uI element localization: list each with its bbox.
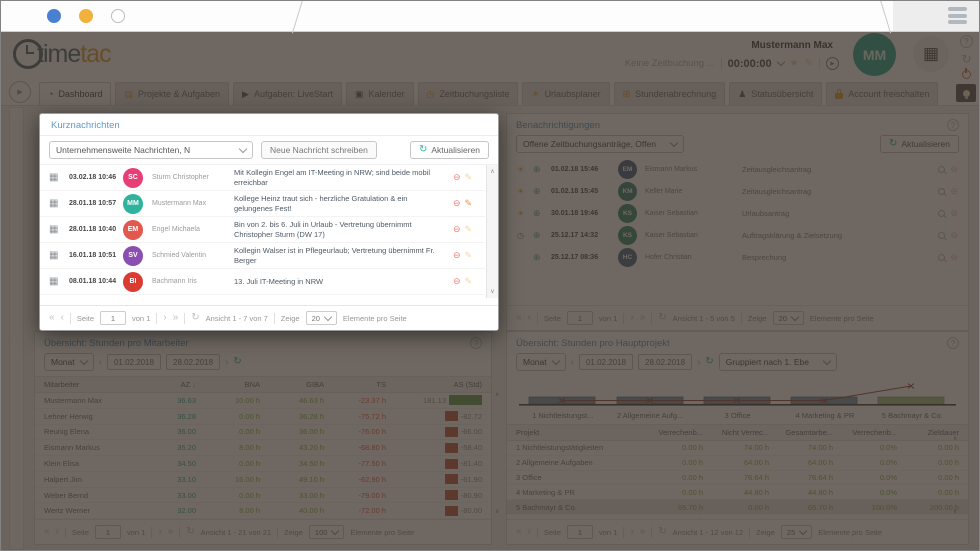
refresh-label: Aktualisieren — [431, 145, 480, 155]
scrollbar[interactable]: ∧ ∨ — [486, 165, 498, 298]
message-row[interactable]: ▦ 28.01.18 10:40 EM Engel Michaela Bin v… — [40, 217, 485, 243]
delete-icon[interactable]: ⊖ — [453, 250, 461, 261]
view-range: Ansicht 1 - 7 von 7 — [205, 313, 268, 323]
message-author: Mustermann Max — [152, 200, 207, 207]
message-time: 03.02.18 10:46 — [69, 174, 117, 181]
edit-icon[interactable]: ✎ — [465, 224, 473, 235]
avatar: MM — [123, 297, 143, 298]
browser-chrome — [1, 1, 979, 34]
messages-modal: Kurznachrichten Unternehmensweite Nachri… — [39, 113, 499, 331]
message-row[interactable]: ▦ 28.01.18 10:57 MM Mustermann Max Kolle… — [40, 191, 485, 217]
page-of: von 1 — [132, 313, 151, 323]
message-time: 28.01.18 10:57 — [69, 200, 117, 207]
refresh-icon[interactable]: ↻ — [191, 313, 199, 323]
chevron-down-icon — [323, 312, 333, 321]
browser-tab-edge-left — [291, 1, 304, 34]
edit-icon[interactable]: ✎ — [465, 198, 473, 209]
avatar: SC — [123, 167, 143, 188]
message-author: Schmied Valentin — [152, 252, 206, 259]
message-list: ▦ 03.02.18 10:46 SC Sturm Christopher Mi… — [40, 164, 498, 298]
message-row[interactable]: ▦ 01.01.18 10:38 MM Mustermann Max Heute… — [40, 295, 485, 298]
page-input[interactable] — [100, 311, 127, 325]
window-button-2[interactable] — [79, 9, 93, 23]
browser-tab-edge-right — [879, 1, 892, 34]
building-icon: ▦ — [49, 276, 59, 287]
message-text: Kollege Heinz traut sich - herzliche Gra… — [234, 193, 408, 213]
window-button-3[interactable] — [111, 9, 125, 23]
building-icon: ▦ — [49, 224, 59, 235]
chevron-down-icon — [238, 144, 248, 153]
pagination-bar: « ‹ Seite von 1 › » ↻ Ansicht 1 - 7 von … — [40, 305, 498, 330]
message-filter-select[interactable]: Unternehmensweite Nachrichten, N — [49, 141, 253, 159]
last-page-button[interactable]: » — [173, 313, 179, 323]
avatar: SV — [123, 245, 143, 266]
delete-icon[interactable]: ⊖ — [453, 198, 461, 209]
scroll-up-icon[interactable]: ∧ — [490, 168, 494, 175]
filter-value: Unternehmensweite Nachrichten, N — [56, 145, 191, 155]
prev-page-button[interactable]: ‹ — [61, 313, 64, 323]
building-icon: ▦ — [49, 172, 59, 183]
message-time: 16.01.18 10:51 — [69, 252, 117, 259]
delete-icon[interactable]: ⊖ — [453, 224, 461, 235]
edit-icon[interactable]: ✎ — [465, 276, 473, 287]
message-author: Bachmann Iris — [152, 278, 197, 285]
edit-icon[interactable]: ✎ — [465, 172, 473, 183]
show-label: Zeige — [280, 313, 300, 323]
message-author: Sturm Christopher — [152, 174, 209, 181]
message-text: Bin von 2. bis 6. Juli in Urlaub - Vertr… — [234, 219, 412, 239]
edit-icon[interactable]: ✎ — [465, 250, 473, 261]
first-page-button[interactable]: « — [49, 313, 55, 323]
refresh-icon: ↻ — [418, 144, 428, 155]
message-row[interactable]: ▦ 08.01.18 10:44 BI Bachmann Iris 13. Ju… — [40, 269, 485, 295]
refresh-button[interactable]: ↻Aktualisieren — [409, 141, 489, 159]
message-text: Kollegin Walser ist in Pflegeurlaub; Ver… — [234, 245, 435, 265]
avatar: BI — [123, 271, 143, 292]
page-label: Seite — [76, 313, 95, 323]
modal-title: Kurznachrichten — [40, 114, 498, 136]
delete-icon[interactable]: ⊖ — [453, 276, 461, 287]
next-page-button[interactable]: › — [163, 313, 166, 323]
browser-window: time tac Mustermann Max Keine Zeitbuchun… — [0, 0, 980, 551]
message-time: 28.01.18 10:40 — [69, 226, 117, 233]
message-author: Engel Michaela — [152, 226, 200, 233]
hamburger-menu-icon[interactable] — [948, 7, 967, 27]
window-button-1[interactable] — [47, 9, 61, 23]
avatar: EM — [123, 219, 143, 240]
message-time: 08.01.18 10:44 — [69, 278, 117, 285]
delete-icon[interactable]: ⊖ — [453, 172, 461, 183]
building-icon: ▦ — [49, 198, 59, 209]
message-row[interactable]: ▦ 03.02.18 10:46 SC Sturm Christopher Mi… — [40, 165, 485, 191]
message-row[interactable]: ▦ 16.01.18 10:51 SV Schmied Valentin Kol… — [40, 243, 485, 269]
message-text: 13. Juli IT-Meeting in NRW — [234, 276, 324, 286]
building-icon: ▦ — [49, 250, 59, 261]
message-text: Mit Kollegin Engel am IT-Meeting in NRW;… — [234, 167, 431, 187]
avatar: MM — [123, 193, 143, 214]
new-message-button[interactable]: Neue Nachricht schreiben — [261, 141, 377, 159]
page-size-value: 20 — [311, 313, 320, 323]
scroll-down-icon[interactable]: ∨ — [490, 288, 494, 295]
per-page-label: Elemente pro Seite — [342, 313, 407, 323]
page-size-select[interactable]: 20 — [305, 311, 337, 325]
